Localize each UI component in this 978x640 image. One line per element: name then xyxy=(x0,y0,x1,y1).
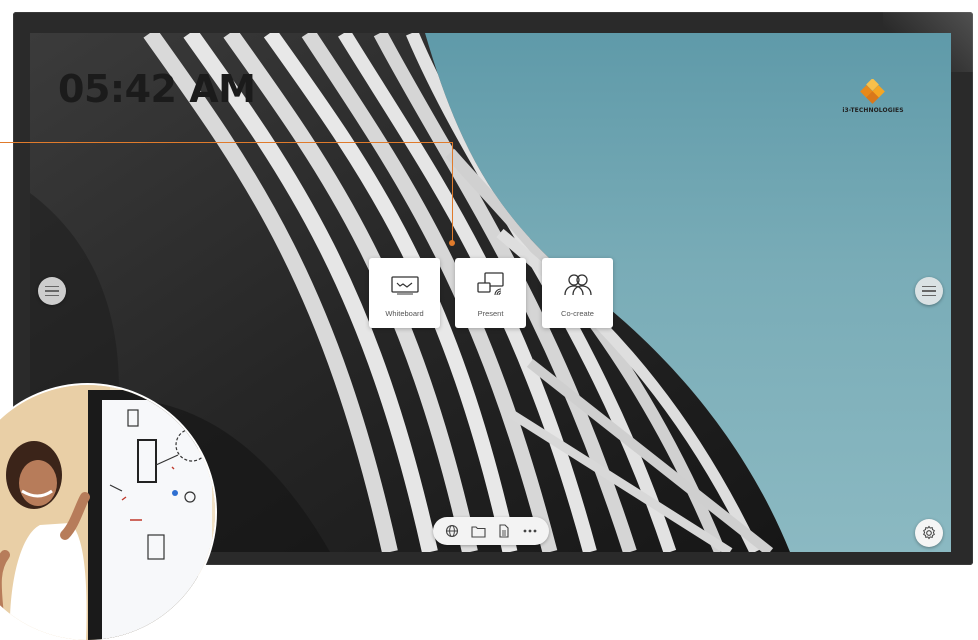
left-menu-button[interactable] xyxy=(38,277,66,305)
files-button[interactable] xyxy=(468,521,488,541)
settings-icon xyxy=(923,525,935,540)
co-create-icon xyxy=(563,274,592,296)
menu-icon xyxy=(45,284,59,298)
document-button[interactable] xyxy=(494,521,514,541)
present-tile[interactable]: Present xyxy=(455,258,526,328)
callout-line-vertical xyxy=(452,142,453,243)
bottom-dock xyxy=(433,517,549,545)
whiteboard-icon xyxy=(390,276,419,295)
whiteboard-tile[interactable]: Whiteboard xyxy=(369,258,440,328)
brand-logo: i3-TECHNOLOGIES xyxy=(838,79,908,114)
right-menu-button[interactable] xyxy=(915,277,943,305)
more-button[interactable] xyxy=(520,521,540,541)
callout-dot xyxy=(449,240,455,246)
browser-button[interactable] xyxy=(442,521,462,541)
more-icon xyxy=(523,529,537,533)
present-label: Present xyxy=(477,309,504,318)
settings-button[interactable] xyxy=(915,519,943,547)
co-create-label: Co-create xyxy=(561,309,594,318)
folder-icon xyxy=(470,525,486,538)
brand-name: i3-TECHNOLOGIES xyxy=(842,107,904,114)
callout-line-horizontal xyxy=(0,142,453,143)
document-icon xyxy=(499,524,509,538)
menu-icon xyxy=(922,284,936,298)
co-create-tile[interactable]: Co-create xyxy=(542,258,613,328)
globe-icon xyxy=(445,524,459,538)
present-icon xyxy=(476,272,504,296)
clock: 05:42 AM xyxy=(58,67,256,111)
whiteboard-label: Whiteboard xyxy=(385,309,424,318)
brand-mark-icon xyxy=(860,79,885,104)
